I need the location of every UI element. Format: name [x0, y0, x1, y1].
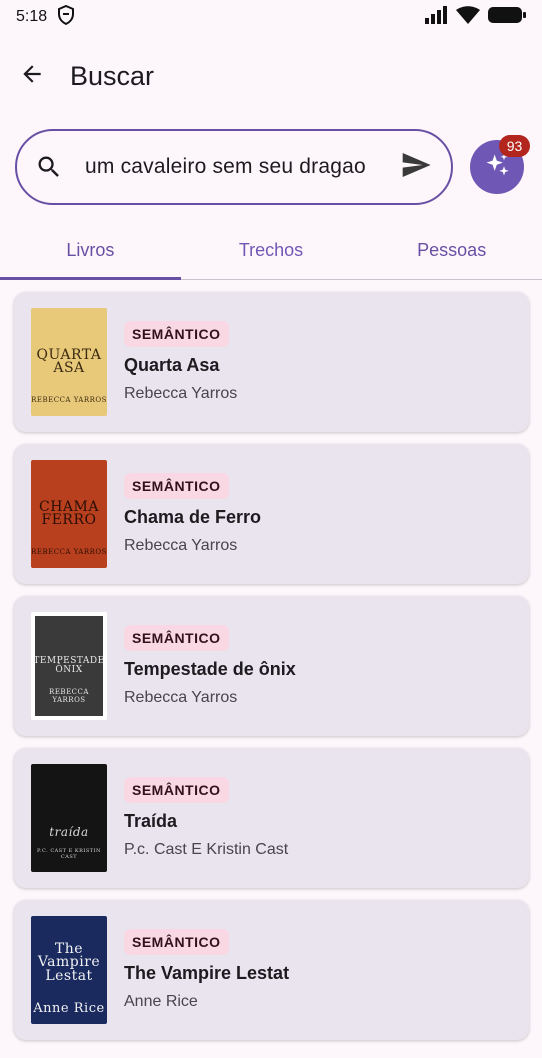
book-card[interactable]: CHAMA FERRO REBECCA YARROS SEMÂNTICO Cha… — [14, 444, 529, 584]
wifi-icon — [456, 5, 480, 29]
cover-title: traída — [49, 825, 89, 840]
app-bar: Buscar — [0, 44, 542, 108]
back-button[interactable] — [16, 60, 48, 92]
notification-badge: 93 — [499, 135, 530, 157]
cover-title: The Vampire Lestat — [37, 941, 101, 984]
arrow-back-icon — [19, 61, 45, 92]
cover-author: REBECCA YARROS — [49, 688, 89, 704]
send-icon — [400, 149, 432, 186]
match-type-chip: SEMÂNTICO — [124, 321, 229, 347]
status-bar: 5:18 — [0, 0, 542, 34]
tab-livros[interactable]: Livros — [0, 222, 181, 280]
cover-author: REBECCA YARROS — [31, 396, 107, 404]
battery-icon — [488, 6, 526, 29]
book-cover: TEMPESTADE ÔNIX REBECCA YARROS — [31, 612, 107, 720]
match-type-chip: SEMÂNTICO — [124, 777, 229, 803]
signal-icon — [424, 5, 448, 29]
tab-bar: Livros Trechos Pessoas — [0, 222, 542, 280]
book-author: Rebecca Yarros — [124, 537, 238, 554]
book-card[interactable]: TEMPESTADE ÔNIX REBECCA YARROS SEMÂNTICO… — [14, 596, 529, 736]
book-card[interactable]: The Vampire Lestat Anne Rice SEMÂNTICO T… — [14, 900, 529, 1040]
book-title: Tempestade de ônix — [124, 659, 296, 679]
book-cover: QUARTA ASA REBECCA YARROS — [31, 308, 107, 416]
book-title: The Vampire Lestat — [124, 963, 290, 983]
book-author: Anne Rice — [124, 993, 198, 1010]
send-button[interactable] — [399, 150, 433, 184]
match-type-chip: SEMÂNTICO — [124, 625, 229, 651]
tab-pessoas[interactable]: Pessoas — [361, 222, 542, 279]
search-icon — [35, 153, 63, 181]
book-cover: CHAMA FERRO REBECCA YARROS — [31, 460, 107, 568]
book-list: QUARTA ASA REBECCA YARROS SEMÂNTICO Quar… — [14, 292, 529, 1052]
cover-title: CHAMA FERRO — [39, 498, 99, 528]
status-time: 5:18 — [16, 8, 48, 25]
shield-icon — [57, 4, 75, 30]
page-title: Buscar — [70, 60, 155, 91]
book-card[interactable]: QUARTA ASA REBECCA YARROS SEMÂNTICO Quar… — [14, 292, 529, 432]
book-cover: traída P.C. CAST E KRISTIN CAST — [31, 764, 107, 872]
cover-author: P.C. CAST E KRISTIN CAST — [37, 848, 101, 860]
cover-title: QUARTA ASA — [36, 346, 102, 376]
book-card[interactable]: traída P.C. CAST E KRISTIN CAST SEMÂNTIC… — [14, 748, 529, 888]
book-author: Rebecca Yarros — [124, 689, 238, 706]
search-bar[interactable] — [15, 129, 453, 205]
tab-trechos[interactable]: Trechos — [181, 222, 362, 279]
book-title: Quarta Asa — [124, 355, 220, 375]
book-title: Chama de Ferro — [124, 507, 262, 527]
book-author: Rebecca Yarros — [124, 385, 238, 402]
search-input[interactable] — [85, 155, 385, 179]
book-title: Traída — [124, 811, 178, 831]
cover-author: REBECCA YARROS — [31, 548, 107, 556]
cover-title: TEMPESTADE ÔNIX — [33, 656, 105, 675]
cover-author: Anne Rice — [33, 1001, 105, 1016]
book-cover: The Vampire Lestat Anne Rice — [31, 916, 107, 1024]
book-author: P.c. Cast E Kristin Cast — [124, 841, 289, 858]
match-type-chip: SEMÂNTICO — [124, 473, 229, 499]
match-type-chip: SEMÂNTICO — [124, 929, 229, 955]
